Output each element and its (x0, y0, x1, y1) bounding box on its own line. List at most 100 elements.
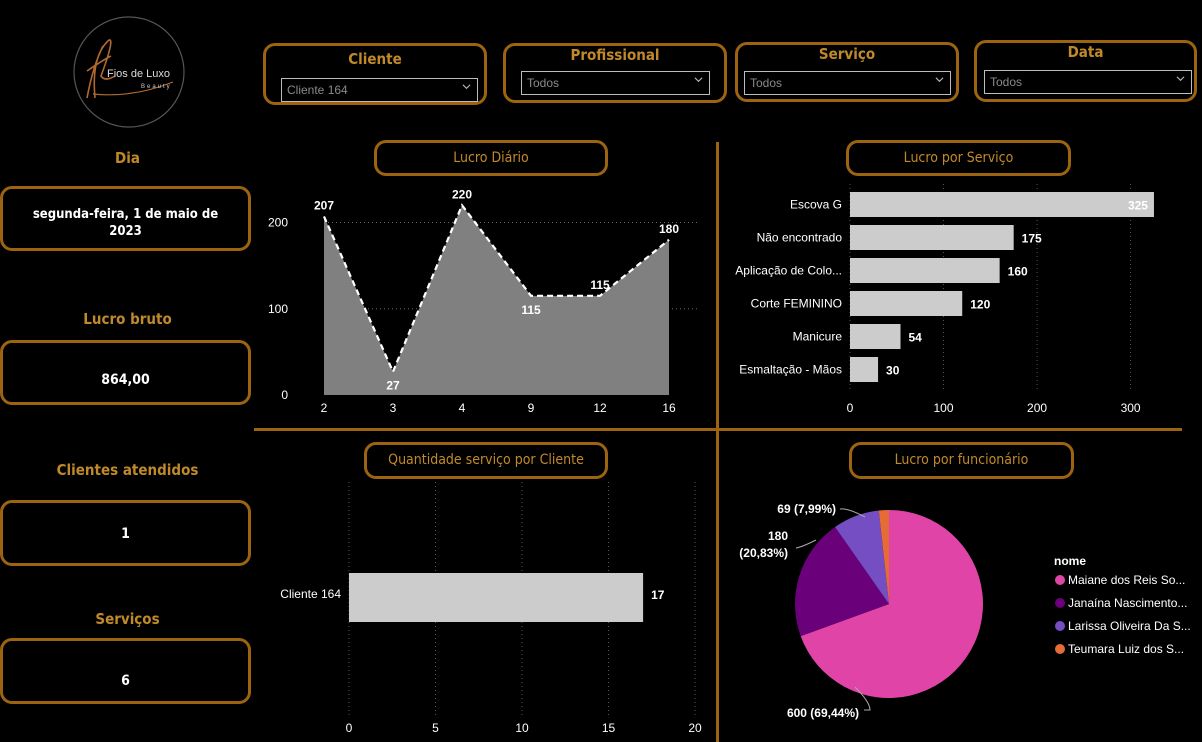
filter-cliente-value: Cliente 164 (287, 83, 348, 97)
brand-logo: Fios de Luxo Beauty (73, 16, 185, 128)
bar (850, 192, 1154, 217)
x-tick-label: 16 (662, 401, 676, 415)
servicos-card: 6 (0, 638, 251, 704)
bar (850, 291, 963, 316)
category-label: Escova G (790, 198, 842, 212)
chevron-down-icon (462, 84, 471, 90)
filter-profissional-value: Todos (527, 76, 560, 90)
data-label: 54 (909, 331, 923, 345)
chevron-down-icon (1176, 76, 1185, 82)
x-tick-label: 10 (515, 721, 529, 735)
category-label: Não encontrado (757, 231, 843, 245)
legend-label: Teumara Luiz dos S... (1068, 642, 1184, 656)
dia-card: segunda-feira, 1 de maio de 2023 (0, 186, 251, 251)
lucro-diario-chart: 0 100 200 207 2 27 3 220 4 115 9 115 12 180 16 (268, 187, 699, 415)
legend-marker (1055, 644, 1065, 654)
lucro-bruto-card: 864,00 (0, 340, 251, 405)
lucro-diario-title: Lucro Diário (374, 140, 608, 176)
lucro-bruto-label: Lucro bruto (83, 310, 172, 328)
area-fill (324, 205, 669, 395)
filter-profissional: Profissional Todos (503, 43, 727, 103)
y-tick-label: 200 (268, 216, 288, 230)
qtd-cliente-title: Quantidade serviço por Cliente (364, 442, 608, 479)
clientes-value: 1 (121, 526, 130, 542)
x-tick-label: 15 (602, 721, 616, 735)
servicos-value: 6 (121, 673, 130, 689)
bar (850, 225, 1014, 250)
data-label: 600 (69,44%) (787, 706, 859, 720)
category-label: Corte FEMININO (751, 297, 842, 311)
data-label: 69 (7,99%) (777, 502, 836, 516)
bar (850, 357, 879, 382)
lucro-bruto-value: 864,00 (101, 372, 150, 388)
logo-subtext: Beauty (141, 84, 172, 90)
servicos-label: Serviços (95, 610, 160, 628)
category-label: Aplicação de Colo... (735, 264, 842, 278)
data-label: 180 (659, 222, 679, 236)
lucro-funcionario-chart: 600 (69,44%) 180 (20,83%) 69 (7,99%) nome Mai… (739, 502, 1191, 720)
leader-line (795, 539, 817, 549)
filter-cliente-dropdown[interactable]: Cliente 164 (281, 78, 478, 102)
legend-label: Janaína Nascimento... (1068, 596, 1187, 610)
filter-profissional-dropdown[interactable]: Todos (521, 71, 710, 95)
filter-data-value: Todos (990, 75, 1023, 89)
data-label: 17 (651, 588, 665, 602)
filter-data: Data Todos (974, 40, 1197, 102)
data-label: 325 (1128, 199, 1148, 213)
data-label: 115 (590, 278, 610, 292)
x-tick-label: 12 (593, 401, 607, 415)
x-tick-label: 300 (1121, 401, 1141, 415)
legend-marker (1055, 575, 1065, 585)
category-label: Cliente 164 (280, 587, 341, 601)
vertical-divider (716, 142, 719, 742)
dia-label: Dia (115, 149, 140, 167)
x-tick-label: 5 (432, 721, 439, 735)
filter-data-dropdown[interactable]: Todos (984, 70, 1192, 94)
lucro-servico-chart: 0 100 200 300 Escova G 325 Não encontrado 175 Ap… (735, 184, 1154, 415)
data-label: 27 (386, 379, 400, 393)
x-tick-label: 200 (1027, 401, 1047, 415)
filter-servico-title: Serviço (818, 45, 876, 63)
dia-value-line1: segunda-feira, 1 de maio de (32, 207, 219, 222)
x-tick-label: 9 (528, 401, 535, 415)
x-tick-label: 2 (321, 401, 328, 415)
filter-profissional-title: Profissional (570, 46, 660, 64)
y-tick-label: 100 (268, 302, 288, 316)
x-tick-label: 20 (688, 721, 702, 735)
clientes-label: Clientes atendidos (56, 461, 199, 479)
filter-servico-dropdown[interactable]: Todos (744, 71, 951, 95)
x-tick-label: 4 (459, 401, 466, 415)
chevron-down-icon (935, 77, 944, 83)
data-label: 115 (521, 303, 541, 317)
data-label: 160 (1008, 265, 1028, 279)
category-label: Esmaltação - Mãos (739, 363, 842, 377)
x-tick-label: 3 (390, 401, 397, 415)
qtd-cliente-chart: 0 5 10 15 20 Cliente 164 17 (280, 482, 702, 735)
bar (850, 324, 901, 349)
lucro-servico-title: Lucro por Serviço (846, 140, 1071, 176)
legend-marker (1055, 621, 1065, 631)
filter-servico: Serviço Todos (735, 42, 959, 102)
data-label: 220 (452, 187, 472, 201)
x-tick-label: 0 (346, 721, 353, 735)
y-tick-label: 0 (281, 388, 288, 402)
data-label: 120 (970, 298, 990, 312)
data-label: (20,83%) (739, 546, 788, 560)
legend-marker (1055, 598, 1065, 608)
data-label: 180 (768, 529, 788, 543)
legend-title: nome (1054, 554, 1086, 568)
bar (850, 258, 1000, 283)
x-tick-label: 100 (934, 401, 954, 415)
category-label: Manicure (793, 330, 843, 344)
filter-data-title: Data (1067, 43, 1104, 61)
filter-cliente-title: Cliente (348, 50, 402, 68)
bar (349, 573, 644, 622)
legend-label: Maiane dos Reis So... (1068, 573, 1185, 587)
data-label: 207 (314, 198, 334, 212)
data-label: 175 (1022, 232, 1042, 246)
dia-value-line2: 2023 (109, 224, 142, 239)
chevron-down-icon (694, 77, 703, 83)
x-tick-label: 0 (847, 401, 854, 415)
legend-label: Larissa Oliveira Da S... (1068, 619, 1191, 633)
data-label: 30 (886, 364, 900, 378)
